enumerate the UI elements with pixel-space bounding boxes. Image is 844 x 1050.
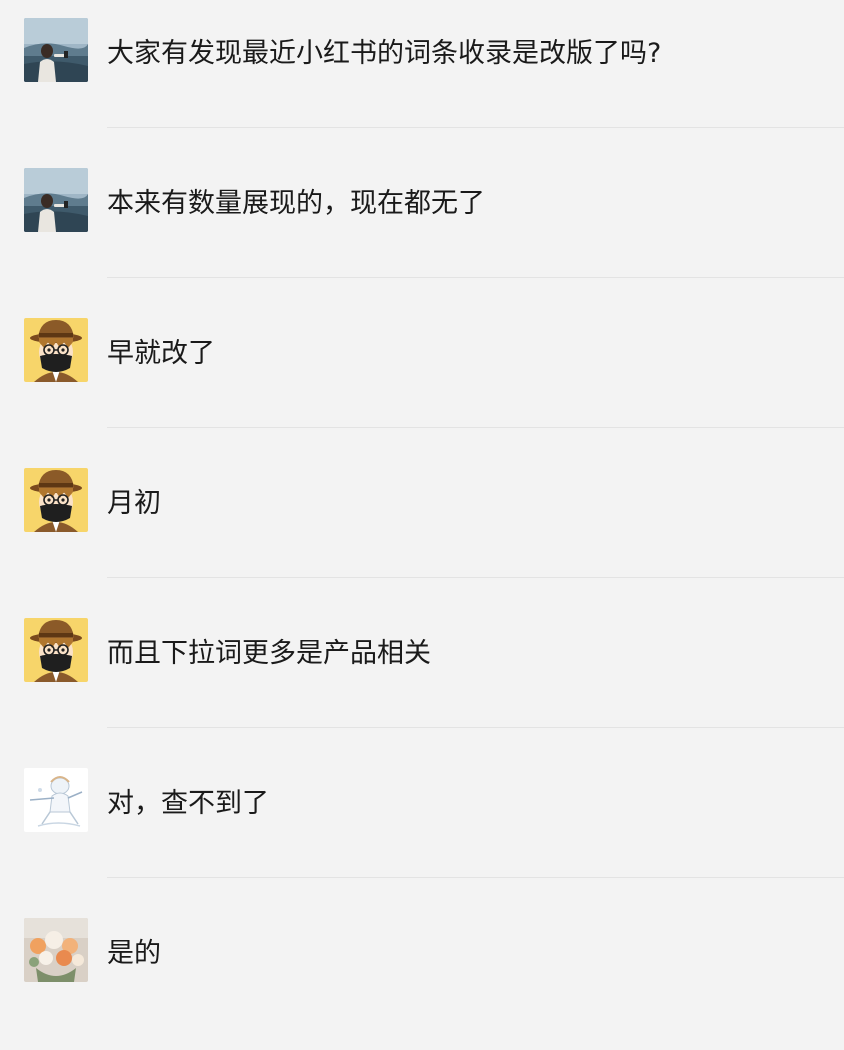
user-avatar-masked-cartoon-icon[interactable]: [24, 318, 88, 382]
message-divider: [107, 427, 844, 428]
message-divider: [107, 877, 844, 878]
message-divider: [107, 727, 844, 728]
chat-message: 而且下拉词更多是产品相关: [0, 600, 844, 750]
message-text[interactable]: 本来有数量展现的，现在都无了: [107, 186, 485, 222]
message-divider: [107, 577, 844, 578]
user-avatar-masked-cartoon-icon[interactable]: [24, 468, 88, 532]
chat-message-list: 大家有发现最近小红书的词条收录是改版了吗? 本来有数量展现的，现在都无了 早就改…: [0, 0, 844, 988]
user-avatar-sketch-icon[interactable]: [24, 768, 88, 832]
chat-message: 大家有发现最近小红书的词条收录是改版了吗?: [0, 0, 844, 150]
chat-message: 是的: [0, 900, 844, 1050]
message-divider: [107, 277, 844, 278]
chat-message: 本来有数量展现的，现在都无了: [0, 150, 844, 300]
chat-message: 早就改了: [0, 300, 844, 450]
message-text[interactable]: 是的: [107, 936, 161, 972]
message-text[interactable]: 而且下拉词更多是产品相关: [107, 636, 431, 672]
user-avatar-landscape-icon[interactable]: [24, 168, 88, 232]
chat-message: 对，查不到了: [0, 750, 844, 900]
chat-message: 月初: [0, 450, 844, 600]
user-avatar-flowers-icon[interactable]: [24, 918, 88, 982]
message-text[interactable]: 月初: [107, 486, 161, 522]
user-avatar-landscape-icon[interactable]: [24, 18, 88, 82]
message-text[interactable]: 早就改了: [107, 336, 215, 372]
user-avatar-masked-cartoon-icon[interactable]: [24, 618, 88, 682]
message-divider: [107, 127, 844, 128]
message-text[interactable]: 对，查不到了: [107, 786, 269, 822]
message-text[interactable]: 大家有发现最近小红书的词条收录是改版了吗?: [107, 36, 661, 72]
